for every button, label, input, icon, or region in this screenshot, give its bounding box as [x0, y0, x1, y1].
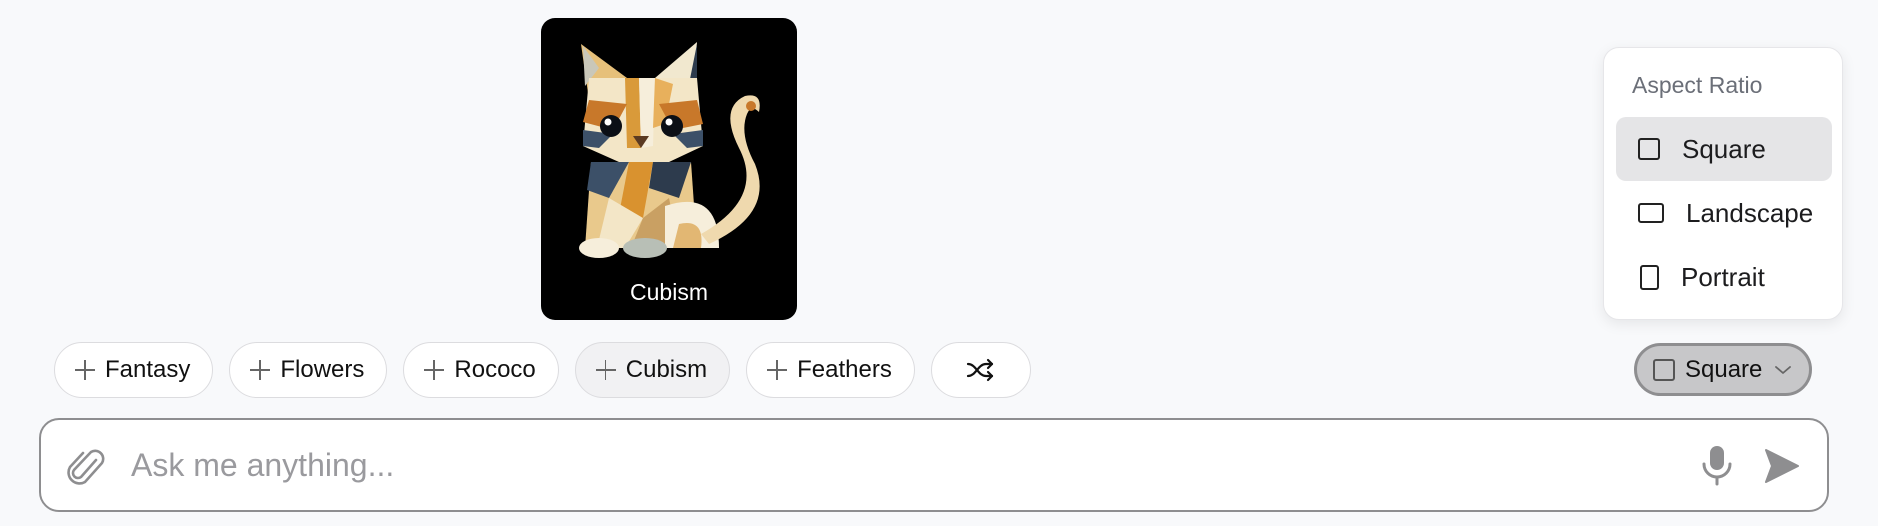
square-icon [1638, 138, 1660, 160]
chat-input[interactable] [131, 442, 1691, 488]
aspect-ratio-select[interactable]: Square [1634, 343, 1812, 396]
send-icon[interactable] [1764, 448, 1800, 484]
square-icon [1653, 358, 1675, 381]
style-chips-row: Fantasy Flowers Rococo Cubism Feathers [54, 342, 1031, 398]
plus-icon [250, 360, 271, 380]
chat-input-bar [39, 418, 1829, 512]
plus-icon [595, 360, 616, 380]
chip-label: Fantasy [105, 356, 191, 383]
plus-icon [767, 360, 788, 380]
menu-item-landscape[interactable]: Landscape [1616, 181, 1832, 245]
menu-item-portrait[interactable]: Portrait [1616, 245, 1832, 309]
chip-label: Flowers [280, 356, 365, 383]
chip-rococo[interactable]: Rococo [403, 342, 559, 398]
chip-flowers[interactable]: Flowers [229, 342, 388, 398]
menu-item-label: Landscape [1686, 197, 1814, 228]
aspect-ratio-value: Square [1685, 355, 1763, 383]
menu-item-square[interactable]: Square [1616, 117, 1832, 181]
chip-label: Cubism [625, 356, 708, 383]
shuffle-button[interactable] [930, 342, 1031, 398]
image-preview-card[interactable]: Cubism [541, 18, 797, 320]
chip-fantasy[interactable]: Fantasy [54, 342, 214, 398]
chip-label: Rococo [454, 356, 536, 383]
portrait-icon [1640, 264, 1659, 290]
paperclip-icon[interactable] [67, 446, 107, 488]
menu-item-label: Portrait [1681, 261, 1765, 292]
cubist-cat-image [579, 42, 760, 258]
plus-icon [75, 360, 95, 380]
plus-icon [424, 360, 445, 380]
microphone-icon[interactable] [1701, 444, 1733, 486]
chip-label: Feathers [797, 356, 892, 383]
chip-cubism[interactable]: Cubism [574, 342, 731, 398]
preview-caption: Cubism [630, 279, 708, 305]
menu-title: Aspect Ratio [1632, 72, 1763, 98]
chip-feathers[interactable]: Feathers [746, 342, 915, 398]
landscape-icon [1638, 203, 1664, 223]
aspect-ratio-menu: Aspect Ratio Square Landscape Portrait [1603, 47, 1843, 320]
menu-item-label: Square [1682, 133, 1766, 164]
shuffle-icon [966, 358, 993, 382]
chevron-down-icon [1775, 365, 1792, 374]
